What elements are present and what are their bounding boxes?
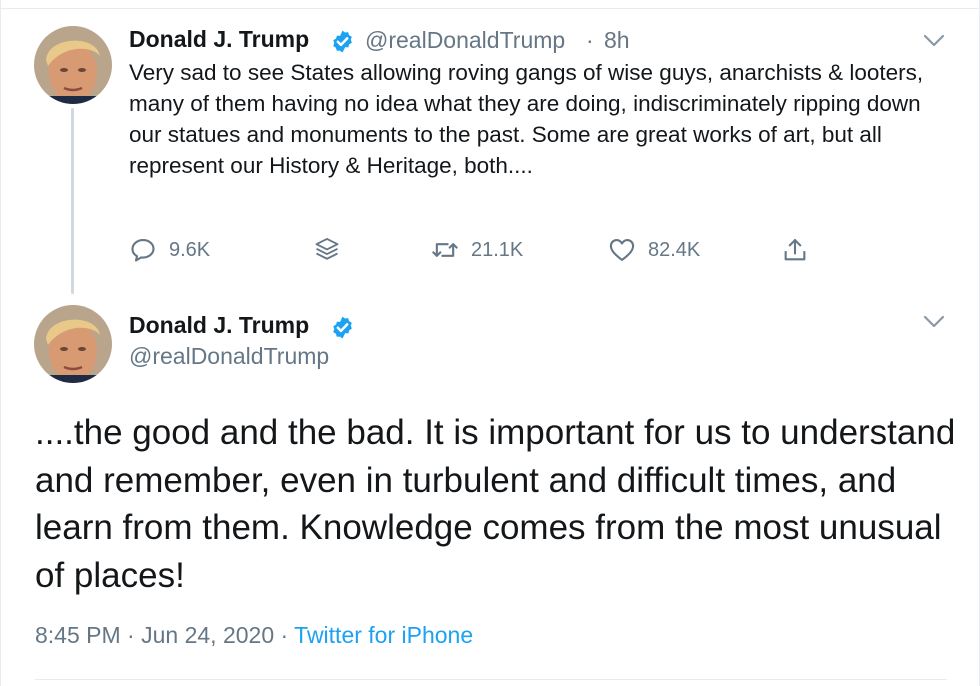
avatar-image [34, 26, 112, 104]
author-name[interactable]: Donald J. Trump [129, 312, 309, 339]
author-handle[interactable]: @realDonaldTrump [129, 343, 329, 370]
heart-icon [609, 239, 635, 261]
author-avatar[interactable] [34, 305, 112, 383]
tweet-thread: Donald J. Trump @realDonaldTrump · 8h Ve… [0, 0, 980, 686]
chevron-down-icon[interactable] [923, 315, 945, 329]
tweet-time[interactable]: 8:45 PM [35, 622, 121, 648]
top-divider [1, 8, 980, 9]
meta-separator: · [280, 622, 289, 648]
verified-badge-icon [333, 316, 352, 339]
tweet-text: ....the good and the bad. It is importan… [35, 413, 956, 595]
like-button[interactable]: 82.4K [608, 233, 700, 267]
bottom-divider [35, 679, 947, 680]
reply-button[interactable]: 9.6K [129, 233, 210, 267]
author-handle[interactable]: @realDonaldTrump [365, 27, 565, 54]
share-icon [784, 239, 806, 261]
tweet-age[interactable]: 8h [604, 27, 630, 54]
chevron-down-icon[interactable] [923, 34, 945, 48]
thread-connector-line [71, 108, 74, 294]
meta-separator: · [127, 622, 135, 648]
meta-separator: · [586, 27, 594, 53]
layers-button[interactable] [313, 233, 341, 267]
tweet-date[interactable]: Jun 24, 2020 [141, 622, 274, 648]
author-avatar[interactable] [34, 26, 112, 104]
tweet-text: Very sad to see States allowing roving g… [129, 60, 924, 178]
reply-count: 9.6K [169, 238, 211, 261]
layers-icon [315, 237, 339, 260]
tweet-source-link[interactable]: Twitter for iPhone [294, 622, 473, 648]
avatar-image [34, 305, 112, 383]
reply-icon [131, 239, 155, 262]
retweet-count: 21.1K [471, 238, 524, 261]
share-button[interactable] [781, 233, 809, 267]
author-name[interactable]: Donald J. Trump [129, 26, 309, 53]
retweet-icon [432, 243, 458, 257]
retweet-button[interactable]: 21.1K [431, 233, 523, 267]
tweet-meta: 8:45 PM · Jun 24, 2020 · Twitter for iPh… [35, 622, 473, 649]
verified-badge-icon [333, 30, 352, 53]
like-count: 82.4K [648, 238, 701, 261]
